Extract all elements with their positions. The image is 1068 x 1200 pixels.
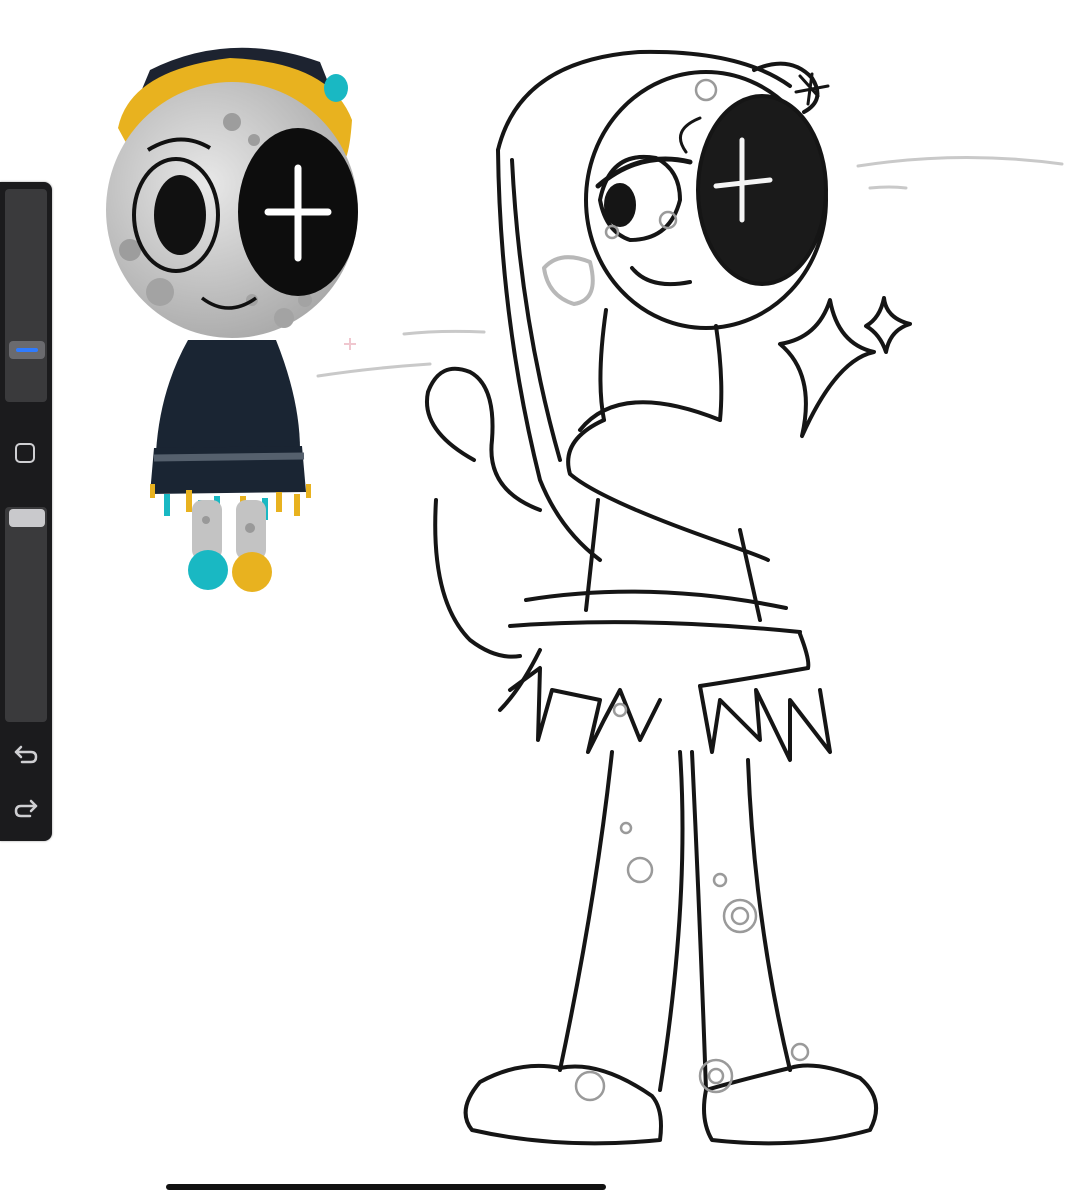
undo-arrow-icon <box>14 745 38 764</box>
character-sketch <box>425 49 912 1146</box>
redo-arrow-icon <box>14 799 38 818</box>
brush-opacity-thumb[interactable] <box>9 509 45 527</box>
motion-lines <box>316 155 1064 378</box>
pink-sparkle <box>344 338 356 350</box>
redo-button[interactable] <box>12 794 40 822</box>
undo-button[interactable] <box>12 740 40 768</box>
artwork <box>106 47 1064 1146</box>
home-indicator[interactable] <box>166 1184 606 1190</box>
brush-opacity-slider[interactable] <box>5 507 47 722</box>
left-sidebar <box>0 182 52 841</box>
brush-size-slider[interactable] <box>5 189 47 402</box>
drawing-canvas[interactable] <box>0 0 1068 1200</box>
model-reference <box>106 47 358 592</box>
brush-size-thumb[interactable] <box>9 341 45 359</box>
modify-button[interactable] <box>15 443 35 463</box>
